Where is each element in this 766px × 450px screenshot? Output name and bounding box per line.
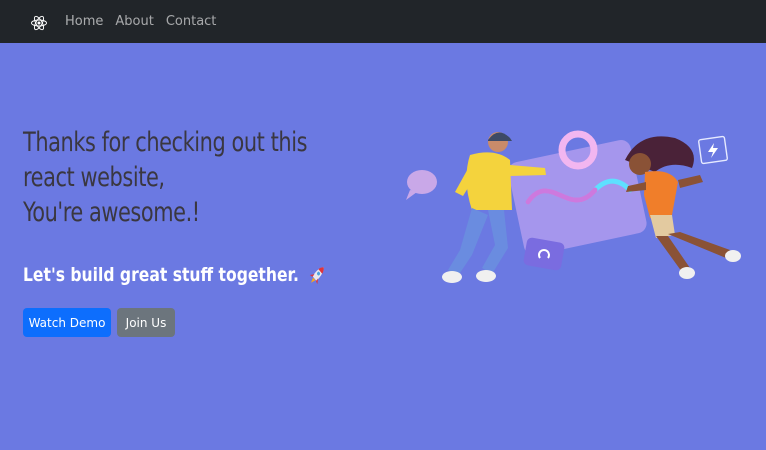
- rocket-icon: [310, 267, 325, 285]
- hero-title-line-3: You're awesome.!: [23, 197, 200, 228]
- nav-link-contact[interactable]: Contact: [166, 14, 217, 29]
- nav-links: Home About Contact: [65, 0, 216, 43]
- lightning-card-icon: [698, 135, 728, 165]
- join-us-button[interactable]: Join Us: [117, 308, 175, 337]
- nav-link-home[interactable]: Home: [65, 14, 103, 29]
- navbar: Home About Contact: [0, 0, 766, 43]
- hero-title-line-2: react website,: [23, 162, 165, 193]
- tagline: Let's build great stuff together.: [23, 262, 328, 288]
- watch-demo-button[interactable]: Watch Demo: [23, 308, 111, 337]
- speech-bubble-icon: [406, 170, 437, 200]
- hero-title-line-1: Thanks for checking out this: [23, 127, 308, 158]
- hero-illustration: [406, 130, 741, 283]
- tagline-text: Let's build great stuff together.: [23, 264, 299, 286]
- react-logo-icon[interactable]: [30, 14, 48, 32]
- nav-link-about[interactable]: About: [115, 14, 153, 29]
- hero-title: Thanks for checking out this react websi…: [23, 125, 333, 230]
